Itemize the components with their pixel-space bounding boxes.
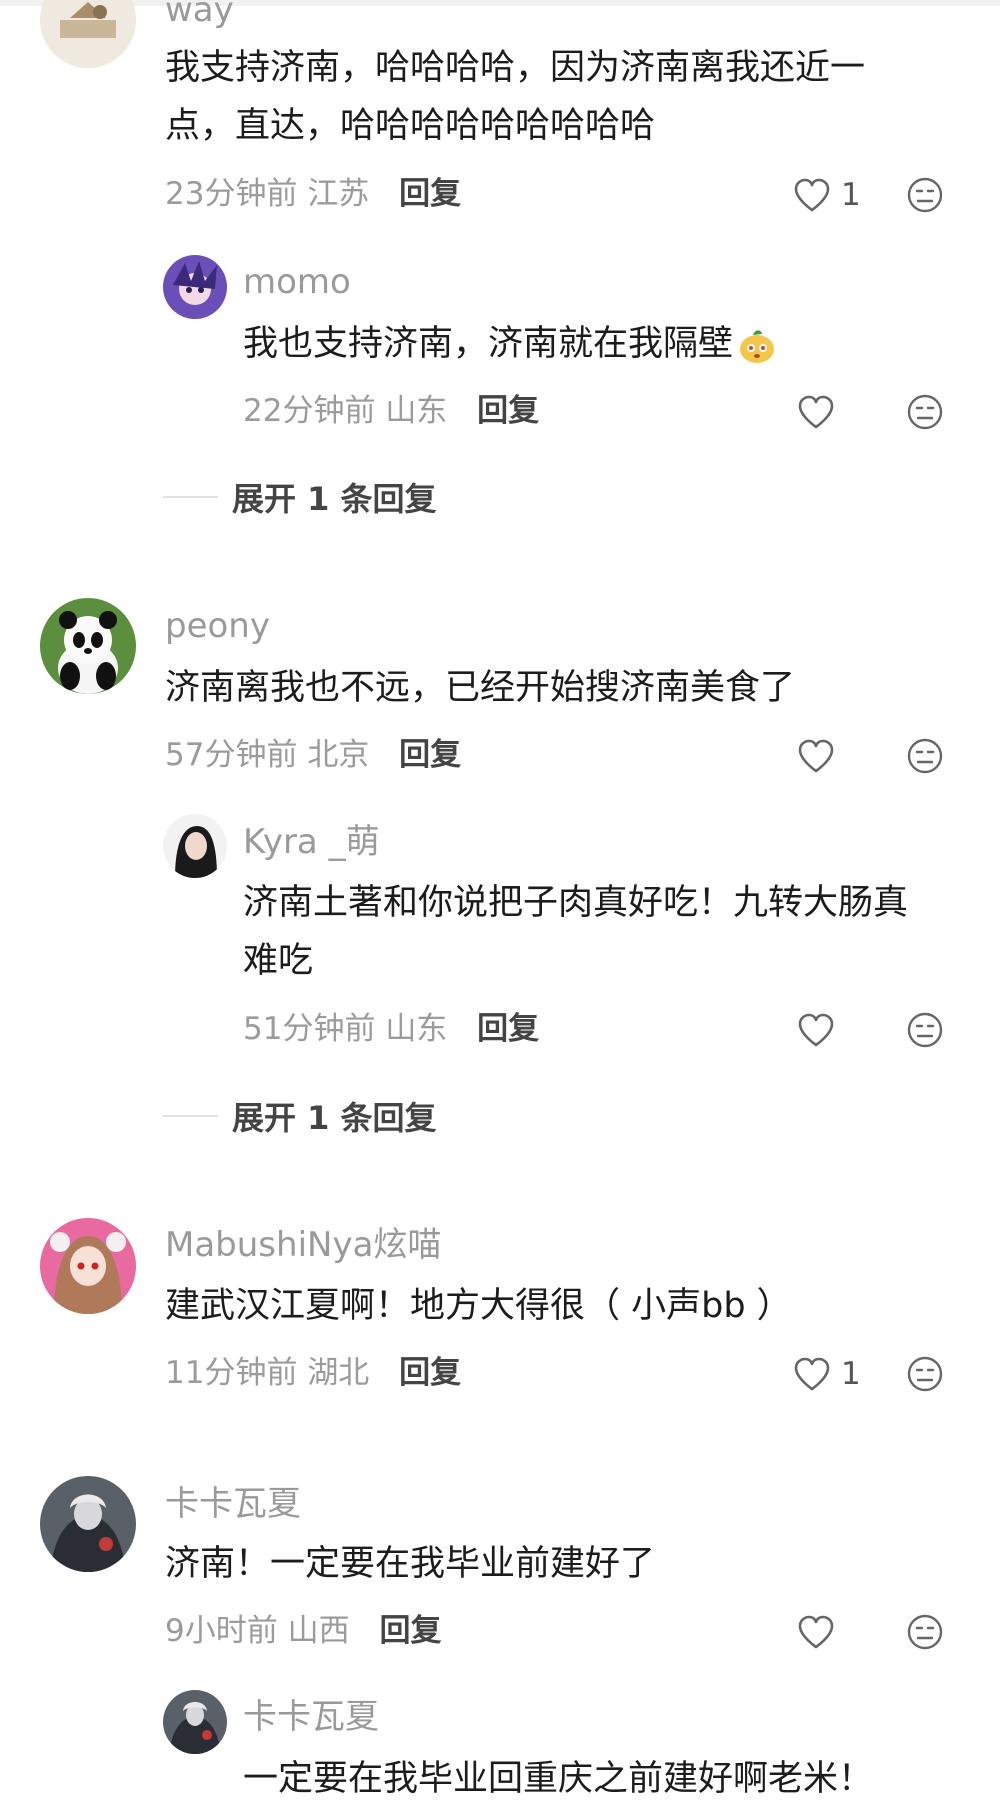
expand-replies-button[interactable]: 展开 1 条回复 — [163, 1096, 437, 1137]
meh-face-icon — [907, 738, 943, 774]
heart-outline-icon — [794, 178, 830, 212]
expand-dash — [163, 1115, 218, 1117]
timestamp: 22分钟前 — [243, 393, 376, 429]
avatar[interactable] — [40, 0, 136, 68]
like-button[interactable] — [797, 392, 835, 432]
location: 山东 — [385, 1011, 448, 1047]
heart-outline-icon — [798, 739, 834, 773]
comment-meta: 23分钟前 江苏 回复 — [165, 174, 461, 214]
avatar[interactable] — [40, 1218, 136, 1314]
comment-meta: 9小时前 山西 回复 — [165, 1611, 441, 1651]
reply-button[interactable]: 回复 — [399, 737, 461, 773]
location: 山西 — [287, 1613, 350, 1649]
dislike-button[interactable] — [906, 1613, 944, 1651]
location: 江苏 — [307, 176, 370, 212]
like-count: 1 — [841, 1356, 861, 1392]
dislike-button[interactable] — [906, 1355, 944, 1393]
avatar[interactable] — [40, 598, 136, 694]
reply-text: 一定要在我毕业回重庆之前建好啊老米！ — [243, 1759, 874, 1799]
reply-text-line: 难吃 — [243, 941, 314, 981]
reply-button[interactable]: 回复 — [399, 176, 461, 212]
reply-button[interactable]: 回复 — [379, 1613, 441, 1649]
heart-outline-icon — [794, 1357, 830, 1391]
username[interactable]: 卡卡瓦夏 — [165, 1484, 301, 1524]
like-button[interactable]: 1 — [793, 175, 861, 215]
comment-meta: 57分钟前 北京 回复 — [165, 735, 461, 775]
username[interactable]: Kyra _萌 — [243, 822, 380, 862]
username[interactable]: MabushiNya炫喵 — [165, 1225, 441, 1265]
username[interactable]: peony — [165, 606, 270, 646]
comment-text-line: 济南离我也不远，已经开始搜济南美食了 — [165, 668, 796, 708]
timestamp: 51分钟前 — [243, 1011, 376, 1047]
location: 北京 — [307, 737, 370, 773]
timestamp: 57分钟前 — [165, 737, 298, 773]
like-count: 1 — [841, 177, 861, 213]
timestamp: 11分钟前 — [165, 1355, 298, 1391]
timestamp: 9小时前 — [165, 1613, 278, 1649]
comment-text-line: 我支持济南，哈哈哈哈，因为济南离我还近一 — [165, 48, 866, 88]
like-button[interactable] — [797, 1612, 835, 1652]
top-divider — [0, 0, 1000, 6]
location: 湖北 — [307, 1355, 370, 1391]
meh-face-icon — [907, 1356, 943, 1392]
heart-outline-icon — [798, 1013, 834, 1047]
comment-text-line: 建武汉江夏啊！地方大得很（ 小声bb ） — [165, 1286, 792, 1326]
location: 山东 — [385, 393, 448, 429]
expand-replies-button[interactable]: 展开 1 条回复 — [163, 477, 437, 518]
username[interactable]: way — [165, 0, 234, 30]
dislike-button[interactable] — [906, 176, 944, 214]
reply-button[interactable]: 回复 — [399, 1355, 461, 1391]
expand-dash — [163, 496, 218, 498]
like-button[interactable] — [797, 1010, 835, 1050]
comment-text-line: 济南！一定要在我毕业前建好了 — [165, 1544, 656, 1584]
heart-outline-icon — [798, 1615, 834, 1649]
dislike-button[interactable] — [906, 737, 944, 775]
reply-text: 我也支持济南，济南就在我隔壁 — [243, 316, 777, 372]
meh-face-icon — [907, 177, 943, 213]
timestamp: 23分钟前 — [165, 176, 298, 212]
reply-text-line: 济南土著和你说把子肉真好吃！九转大肠真 — [243, 883, 909, 923]
avatar[interactable] — [163, 1690, 227, 1754]
avatar[interactable] — [163, 814, 227, 878]
reply-meta: 51分钟前 山东 回复 — [243, 1009, 539, 1049]
avatar[interactable] — [40, 1476, 136, 1572]
dislike-button[interactable] — [906, 393, 944, 431]
avatar[interactable] — [163, 255, 227, 319]
reply-button[interactable]: 回复 — [477, 393, 539, 429]
heart-outline-icon — [798, 395, 834, 429]
expand-label: 展开 1 条回复 — [232, 1099, 437, 1137]
comment-text-line: 点，直达，哈哈哈哈哈哈哈哈哈 — [165, 106, 656, 146]
sticker-emoji-icon — [740, 330, 775, 363]
like-button[interactable]: 1 — [793, 1354, 861, 1394]
like-button[interactable] — [797, 736, 835, 776]
reply-button[interactable]: 回复 — [477, 1011, 539, 1047]
meh-face-icon — [907, 394, 943, 430]
comment-meta: 11分钟前 湖北 回复 — [165, 1353, 461, 1393]
meh-face-icon — [907, 1614, 943, 1650]
username[interactable]: momo — [243, 262, 351, 302]
dislike-button[interactable] — [906, 1011, 944, 1049]
expand-label: 展开 1 条回复 — [232, 480, 437, 518]
username[interactable]: 卡卡瓦夏 — [243, 1697, 379, 1737]
reply-meta: 22分钟前 山东 回复 — [243, 391, 539, 431]
meh-face-icon — [907, 1012, 943, 1048]
